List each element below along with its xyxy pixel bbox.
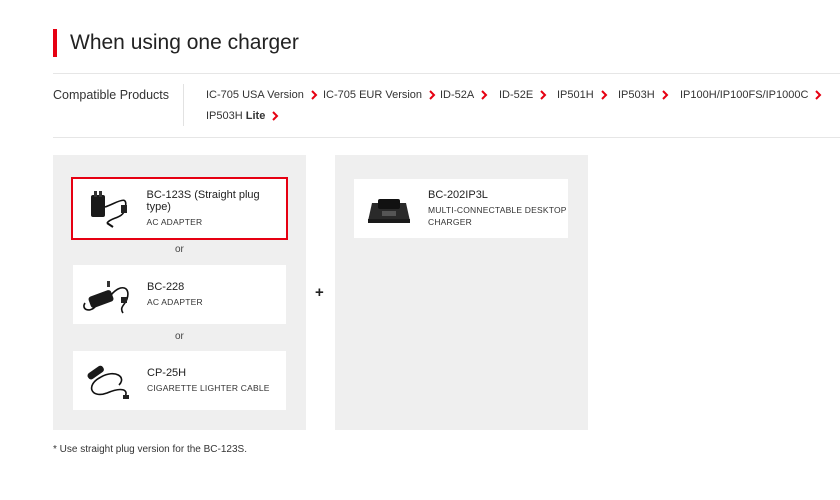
- option-description: AC ADAPTER: [146, 217, 203, 227]
- section-heading: When using one charger: [53, 29, 299, 57]
- chevron-right-icon: [480, 90, 488, 100]
- option-name: BC-202IP3L: [428, 189, 488, 201]
- option-name: BC-123S (Straight plug type): [146, 189, 260, 213]
- title-accent-bar: [53, 29, 57, 57]
- page-title: When using one charger: [70, 31, 299, 54]
- option-description: AC ADAPTER: [147, 297, 203, 307]
- chevron-right-icon: [814, 90, 822, 100]
- or-separator: or: [175, 244, 184, 255]
- product-link-label: IP503H: [618, 89, 655, 101]
- chevron-right-icon: [310, 90, 318, 100]
- option-name: BC-228: [147, 281, 185, 293]
- product-link-ip503h[interactable]: IP503H: [618, 89, 669, 101]
- chevron-right-icon: [539, 90, 547, 100]
- option-description: CHARGER: [428, 217, 472, 227]
- product-link-ip503h-lite[interactable]: IP503H Lite: [206, 110, 279, 122]
- product-link-id-52e[interactable]: ID-52E: [499, 89, 547, 101]
- product-link-label: IP503H: [206, 110, 246, 122]
- product-link-ic-705-eur[interactable]: IC-705 EUR Version: [323, 89, 436, 101]
- chevron-right-icon: [271, 111, 279, 121]
- product-link-label: IP100H/IP100FS/IP1000C: [680, 89, 809, 101]
- plus-separator: +: [315, 284, 324, 301]
- desktop-charger-icon: [360, 187, 418, 231]
- product-link-ip501h[interactable]: IP501H: [557, 89, 608, 101]
- chevron-right-icon: [600, 90, 608, 100]
- divider: [53, 73, 840, 74]
- product-link-label: IC-705 EUR Version: [323, 89, 423, 101]
- chevron-right-icon: [428, 90, 436, 100]
- option-card-bc-123s[interactable]: BC-123S (Straight plug type) AC ADAPTER: [71, 177, 288, 240]
- or-separator: or: [175, 331, 184, 342]
- product-link-label: IP501H: [557, 89, 594, 101]
- option-card-bc-228[interactable]: BC-228 AC ADAPTER: [73, 265, 286, 324]
- chevron-right-icon: [661, 90, 669, 100]
- compatible-products-label: Compatible Products: [53, 88, 170, 102]
- product-link-label: IC-705 USA Version: [206, 89, 304, 101]
- product-link-label-bold: Lite: [245, 110, 266, 122]
- option-card-cp-25h[interactable]: CP-25H CIGARETTE LIGHTER CABLE: [73, 351, 286, 410]
- product-link-label: ID-52E: [499, 89, 534, 101]
- product-link-ip100h[interactable]: IP100H/IP100FS/IP1000C: [680, 89, 822, 101]
- option-card-bc-202ip3l[interactable]: BC-202IP3L MULTI-CONNECTABLE DESKTOP CHA…: [354, 179, 568, 238]
- divider: [53, 137, 840, 138]
- ac-adapter-icon: [79, 273, 137, 317]
- product-link-ic-705-usa[interactable]: IC-705 USA Version: [206, 89, 318, 101]
- product-link-id-52a[interactable]: ID-52A: [440, 89, 488, 101]
- option-description: MULTI-CONNECTABLE DESKTOP: [428, 205, 567, 215]
- option-name: CP-25H: [147, 367, 187, 379]
- divider: [183, 84, 184, 126]
- product-link-label: ID-52A: [440, 89, 475, 101]
- cigarette-cable-icon: [79, 359, 137, 403]
- footnote: * Use straight plug version for the BC-1…: [53, 444, 247, 455]
- option-description: CIGARETTE LIGHTER CABLE: [147, 383, 270, 393]
- ac-adapter-icon: [79, 187, 137, 231]
